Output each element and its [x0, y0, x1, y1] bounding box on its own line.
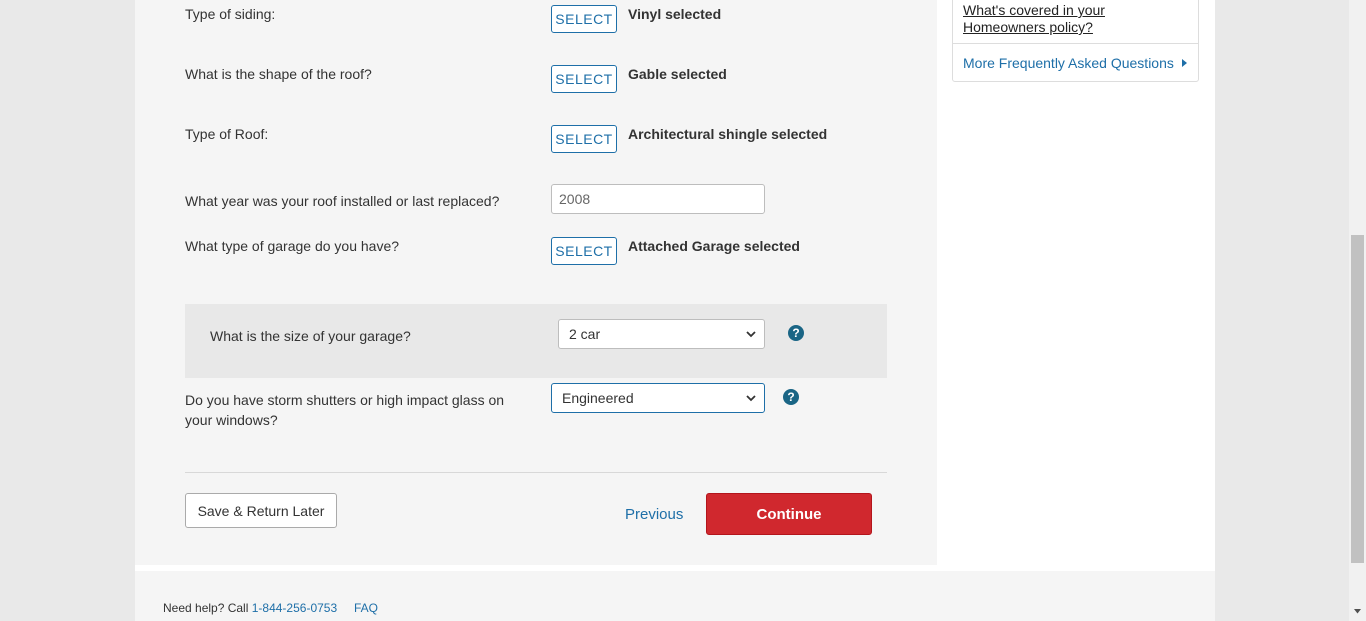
scroll-down-arrow-icon[interactable] — [1352, 606, 1363, 617]
scrollbar-thumb[interactable] — [1351, 235, 1364, 563]
footer-faq-link[interactable]: FAQ — [354, 601, 378, 615]
caret-right-icon — [1181, 59, 1187, 67]
roof-shape-selected-value: Gable selected — [628, 66, 727, 82]
roof-type-select-button[interactable]: SELECT — [551, 125, 617, 153]
roof-shape-label: What is the shape of the roof? — [185, 66, 372, 82]
roof-type-label: Type of Roof: — [185, 126, 269, 142]
siding-selected-value: Vinyl selected — [628, 6, 722, 22]
roof-shape-select-button[interactable]: SELECT — [551, 65, 617, 93]
storm-shutters-label-line1: Do you have storm shutters or high impac… — [185, 392, 505, 408]
siding-select-button[interactable]: SELECT — [551, 5, 617, 33]
storm-shutters-label-line2: your windows? — [185, 412, 278, 428]
faq-separator — [953, 43, 1198, 44]
garage-size-value: 2 car — [569, 326, 601, 342]
siding-label: Type of siding: — [185, 6, 276, 22]
continue-button[interactable]: Continue — [706, 493, 872, 535]
garage-size-label: What is the size of your garage? — [210, 328, 411, 344]
garage-type-label: What type of garage do you have? — [185, 238, 400, 254]
storm-shutters-value: Engineered — [562, 390, 634, 406]
roof-type-selected-value: Architectural shingle selected — [628, 126, 828, 142]
roof-year-label: What year was your roof installed or las… — [185, 193, 500, 209]
garage-size-dropdown[interactable]: 2 car — [558, 319, 765, 349]
garage-type-select-button[interactable]: SELECT — [551, 237, 617, 265]
storm-shutters-help-icon[interactable]: ? — [783, 389, 799, 405]
previous-link[interactable]: Previous — [625, 506, 683, 523]
save-return-later-button[interactable]: Save & Return Later — [185, 493, 337, 528]
roof-year-input[interactable] — [551, 184, 765, 214]
garage-size-help-icon[interactable]: ? — [788, 325, 804, 341]
footer-phone-link[interactable]: 1-844-256-0753 — [252, 601, 337, 615]
chevron-down-icon — [746, 330, 756, 337]
chevron-down-icon — [746, 394, 756, 401]
more-faq-link[interactable]: More Frequently Asked Questions — [963, 55, 1187, 71]
faq-link-homeowners-policy[interactable]: What's covered in your Homeowners policy… — [963, 2, 1105, 36]
faq-link-line1: What's covered in your — [963, 2, 1105, 18]
storm-shutters-dropdown[interactable]: Engineered — [551, 383, 765, 413]
footer-help-text: Need help? Call 1-844-256-0753 — [163, 601, 337, 615]
faq-link-line2: Homeowners policy? — [963, 19, 1093, 35]
garage-type-selected-value: Attached Garage selected — [628, 238, 800, 254]
footer-help-label: Need help? Call — [163, 601, 252, 615]
form-divider — [185, 472, 887, 473]
form-panel — [135, 0, 937, 565]
more-faq-label: More Frequently Asked Questions — [963, 55, 1174, 71]
